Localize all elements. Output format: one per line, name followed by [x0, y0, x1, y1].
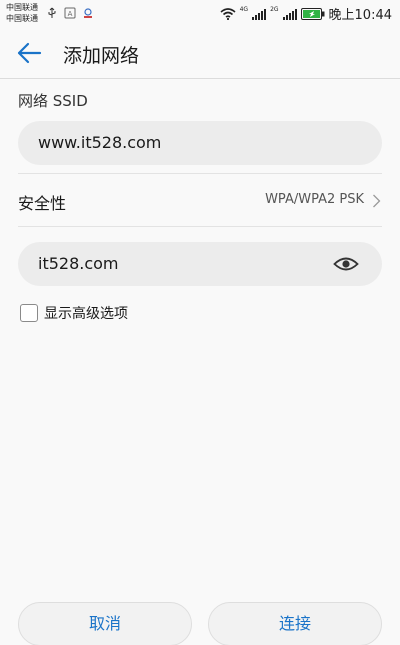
- network-type-1: 4G: [239, 6, 249, 13]
- notification-icon: A: [64, 7, 76, 19]
- wifi-icon: [220, 7, 236, 20]
- app-bar: 添加网络: [0, 28, 400, 79]
- signal-icon: [252, 8, 267, 20]
- app-icon: [84, 8, 92, 18]
- connect-button[interactable]: 连接: [208, 602, 382, 645]
- carrier-labels: 中国联通 中国联通: [6, 2, 38, 24]
- ssid-label: 网络 SSID: [18, 92, 88, 110]
- eye-icon[interactable]: [333, 254, 359, 274]
- advanced-checkbox[interactable]: [20, 304, 38, 322]
- usb-icon: [48, 7, 56, 18]
- notification-icons: A: [46, 7, 94, 19]
- signal-icon-2: [282, 8, 297, 20]
- advanced-label: 显示高级选项: [44, 306, 128, 322]
- add-network-screen: 中国联通 中国联通 A 4G 2G 晚上10:44 添加网络 网络 SSID w…: [0, 0, 400, 645]
- carrier-1: 中国联通: [6, 3, 38, 12]
- ssid-input[interactable]: www.it528.com: [18, 121, 382, 165]
- show-advanced-options[interactable]: 显示高级选项: [20, 302, 128, 324]
- chevron-right-icon: [373, 194, 381, 208]
- status-bar: 中国联通 中国联通 A 4G 2G 晚上10:44: [0, 0, 400, 28]
- cancel-button[interactable]: 取消: [18, 602, 192, 645]
- security-value: WPA/WPA2 PSK: [265, 192, 364, 207]
- security-label: 安全性: [18, 194, 67, 213]
- arrow-left-icon[interactable]: [16, 41, 42, 65]
- network-type-2: 2G: [270, 6, 279, 13]
- status-right: 4G 2G 晚上10:44: [220, 4, 392, 23]
- clock: 晚上10:44: [328, 8, 392, 23]
- battery-icon: [300, 7, 325, 20]
- divider: [18, 173, 382, 174]
- security-row[interactable]: 安全性 WPA/WPA2 PSK: [0, 175, 400, 225]
- divider: [18, 226, 382, 227]
- password-input[interactable]: it528.com: [18, 242, 382, 286]
- svg-text:A: A: [68, 10, 73, 18]
- carrier-2: 中国联通: [6, 14, 38, 23]
- page-title: 添加网络: [63, 45, 140, 67]
